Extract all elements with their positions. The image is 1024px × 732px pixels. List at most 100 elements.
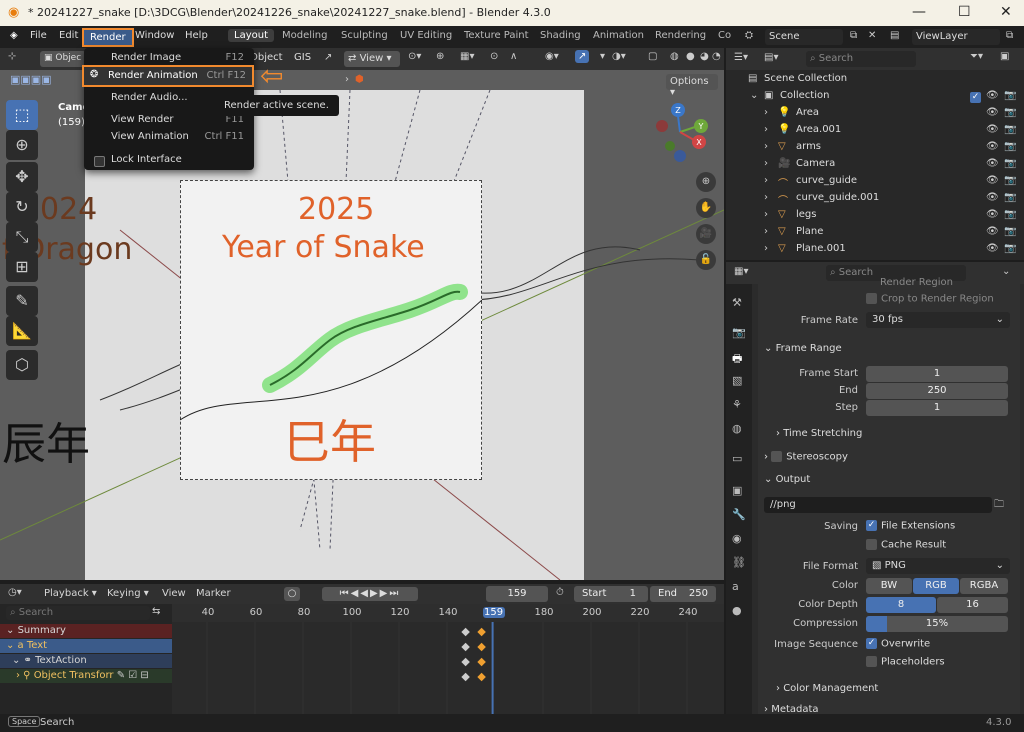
tab-sculpting[interactable]: Sculpting <box>341 30 388 41</box>
render-camera-icon[interactable]: 📷 <box>1004 90 1016 101</box>
start-frame-field[interactable]: Start 1 <box>574 586 648 602</box>
frame-end-field[interactable]: 250 <box>866 383 1008 399</box>
navigation-gizmo[interactable]: Z Y X <box>650 100 716 166</box>
current-frame-field[interactable]: 159 <box>486 586 548 602</box>
snap-icon[interactable]: ⊕ <box>436 51 444 62</box>
physics-tab-icon[interactable]: ◉ <box>732 532 742 545</box>
scale-tool[interactable]: ⤡ <box>6 222 38 252</box>
shading-rendered-icon[interactable]: ◔ <box>712 51 721 62</box>
time-stretching-section[interactable]: › Time Stretching <box>776 428 862 439</box>
frame-start-field[interactable]: 1 <box>866 366 1008 382</box>
menu-render[interactable]: Render <box>82 28 134 47</box>
mode-dropdown[interactable]: ▣ Objec <box>40 51 86 67</box>
file-extensions-checkbox[interactable]: ✓ <box>866 520 877 531</box>
editor-type-icon[interactable]: ⊹ <box>8 51 16 62</box>
visibility-eye-icon[interactable]: 👁 <box>986 158 999 169</box>
lock-interface-item[interactable]: Lock Interface <box>90 154 250 172</box>
select-mode-icons[interactable]: ▣▣▣▣ <box>10 73 52 86</box>
outliner-item[interactable]: › 💡 Area 👁 📷 <box>728 107 1024 124</box>
placeholders-option[interactable]: Placeholders <box>866 656 945 668</box>
current-frame-marker[interactable]: 159 <box>482 607 505 618</box>
frame-range-section[interactable]: ⌄ Frame Range <box>764 343 842 354</box>
render-camera-icon[interactable]: 📷 <box>1004 243 1016 254</box>
shading-material-icon[interactable]: ◕ <box>700 51 709 62</box>
end-frame-field[interactable]: End 250 <box>650 586 716 602</box>
expand-chevron-icon[interactable]: › <box>764 243 768 254</box>
outliner-scene-collection[interactable]: ▤ Scene Collection <box>728 73 1024 90</box>
render-camera-icon[interactable]: 📷 <box>1004 226 1016 237</box>
visibility-eye-icon[interactable]: 👁 <box>986 175 999 186</box>
render-camera-icon[interactable]: 📷 <box>1004 175 1016 186</box>
render-camera-icon[interactable]: 📷 <box>1004 158 1016 169</box>
move-tool[interactable]: ✥ <box>6 162 38 192</box>
overwrite-checkbox[interactable]: ✓ <box>866 638 877 649</box>
menu-file[interactable]: File <box>30 30 47 41</box>
timeline-type-icon[interactable]: ◷▾ <box>8 587 22 598</box>
view-render-item[interactable]: View Render F11 <box>90 114 250 132</box>
camera-view-icon[interactable]: 🎥 <box>696 224 716 244</box>
shading-wire-icon[interactable]: ◍ <box>670 51 679 62</box>
outliner-search[interactable]: ⌕ Search <box>806 51 916 67</box>
viewlayer-field[interactable]: ViewLayer <box>912 29 1000 45</box>
cache-result-checkbox[interactable] <box>866 539 877 550</box>
object-tab-icon[interactable]: ▣ <box>732 484 742 497</box>
expand-chevron-icon[interactable]: › <box>764 209 768 220</box>
tab-rendering[interactable]: Rendering <box>655 30 706 41</box>
xray-icon[interactable]: ▢ <box>648 51 657 62</box>
tab-layout[interactable]: Layout <box>228 29 274 42</box>
minimize-icon[interactable]: — <box>912 4 926 20</box>
overlay-icon[interactable]: ◑▾ <box>612 51 626 62</box>
expand-icon[interactable]: ⌄ <box>750 90 758 101</box>
swap-icon[interactable]: ⇆ <box>152 606 160 617</box>
gizmo-toggle-icon[interactable]: ↗ <box>575 50 590 63</box>
stopwatch-icon[interactable]: ⏱ <box>556 587 564 598</box>
menu-help[interactable]: Help <box>185 30 208 41</box>
expand-chevron-icon[interactable]: › <box>764 192 768 203</box>
overwrite-option[interactable]: ✓ Overwrite <box>866 638 930 650</box>
marker-menu[interactable]: Marker <box>196 588 231 599</box>
scene-field[interactable]: Scene <box>765 29 843 45</box>
transform-orientation-icon[interactable]: ↗ <box>324 52 332 63</box>
lock-icon[interactable]: 🔓 <box>696 250 716 270</box>
blender-menu-icon[interactable]: ◈ <box>10 30 18 41</box>
viewlayer-selector[interactable]: ▤ ViewLayer <box>890 29 1002 45</box>
transform-tool[interactable]: ⊞ <box>6 252 38 282</box>
outliner-item[interactable]: › ⌒ curve_guide.001 👁 📷 <box>728 192 1024 209</box>
tool-tab-icon[interactable]: ⚒ <box>732 296 742 309</box>
output-section[interactable]: ⌄ Output <box>764 474 810 485</box>
render-camera-icon[interactable]: 📷 <box>1004 124 1016 135</box>
lock-interface-checkbox[interactable] <box>94 156 105 167</box>
channel-summary[interactable]: ⌄ Summary <box>0 624 172 638</box>
delete-scene-icon[interactable]: ✕ <box>868 30 876 41</box>
color-management-section[interactable]: › Color Management <box>776 683 878 694</box>
folder-icon[interactable]: 🗀 <box>994 497 1004 514</box>
keying-menu[interactable]: Keying ▾ <box>107 588 149 599</box>
select-box-tool[interactable]: ⬚ <box>6 100 38 130</box>
crop-region-checkbox[interactable] <box>866 293 877 304</box>
outliner-collection[interactable]: ⌄ ▣ Collection ✓ 👁 📷 <box>728 90 1024 107</box>
new-collection-icon[interactable]: ▣ <box>1000 51 1009 62</box>
placeholders-checkbox[interactable] <box>866 656 877 667</box>
gis-menu[interactable]: GIS <box>294 52 311 63</box>
tab-animation[interactable]: Animation <box>593 30 644 41</box>
falloff-icon[interactable]: ∧ <box>510 51 517 62</box>
view-layer-tab-icon[interactable]: ▧ <box>732 374 742 387</box>
tab-compositing[interactable]: Co <box>718 30 731 41</box>
expand-chevron-icon[interactable]: › <box>764 107 768 118</box>
visibility-eye-icon[interactable]: 👁 <box>986 124 999 135</box>
render-animation-item[interactable]: ❂ Render Animation Ctrl F12 <box>82 65 254 87</box>
color-bw-button[interactable]: BW <box>866 578 912 594</box>
outliner-item[interactable]: › ▽ Plane 👁 📷 <box>728 226 1024 243</box>
outliner-item[interactable]: › ▽ Plane.001 👁 📷 <box>728 243 1024 260</box>
visibility-eye-icon[interactable]: 👁 <box>986 243 999 254</box>
output-path-field[interactable]: //png <box>764 497 992 513</box>
outliner-type-icon[interactable]: ☰▾ <box>734 52 748 63</box>
tab-uv-editing[interactable]: UV Editing <box>400 30 452 41</box>
expand-chevron-icon[interactable]: › <box>764 175 768 186</box>
options-dropdown[interactable]: Options ▾ <box>666 74 718 98</box>
data-tab-icon[interactable]: a <box>732 580 739 593</box>
view-dropdown[interactable]: ⇄ View ▾ <box>344 51 400 67</box>
visibility-eye-icon[interactable]: 👁 <box>986 192 999 203</box>
timeline-view-menu[interactable]: View <box>162 588 186 599</box>
expand-chevron-icon[interactable]: › <box>764 124 768 135</box>
